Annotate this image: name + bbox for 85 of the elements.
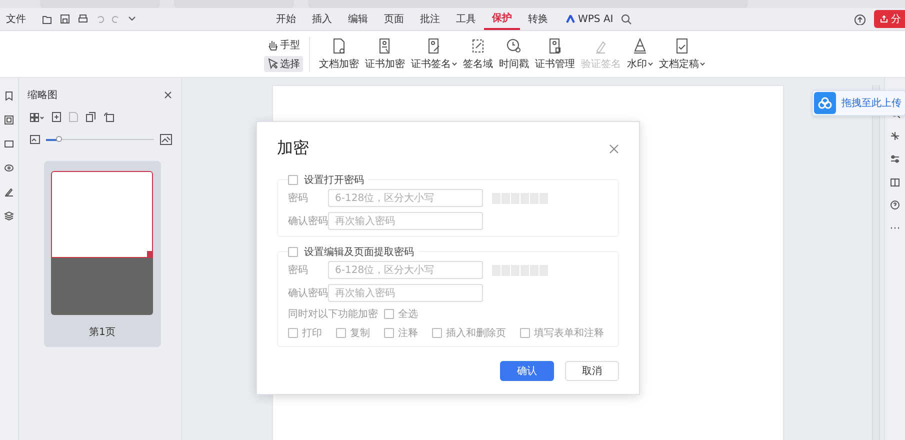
slider-handle[interactable] (56, 136, 62, 142)
toolbar-button[interactable]: 时间戳 (496, 38, 532, 70)
check-document-icon (674, 38, 690, 54)
menu-tab[interactable]: 开始 (268, 9, 304, 29)
sign-document-icon (426, 38, 442, 54)
certificate-icon (547, 38, 563, 54)
menu-tab[interactable]: 编辑 (340, 9, 376, 29)
password-field[interactable]: 6-128位，区分大小写 (328, 261, 483, 279)
mode-button[interactable]: 选择 (264, 56, 303, 72)
toolbar-button[interactable]: 水印 (624, 38, 656, 70)
page-thumbnail[interactable] (51, 171, 154, 315)
checkbox[interactable] (384, 328, 394, 338)
page-label: 第1页 (89, 326, 116, 339)
menu-tab[interactable]: 工具 (448, 9, 484, 29)
menu-tab[interactable]: 转换 (520, 9, 556, 29)
field-label: 确认密码 (288, 214, 328, 228)
sparkle-icon[interactable] (890, 131, 900, 141)
page-icon[interactable] (4, 139, 14, 149)
field-label: 确认密码 (288, 286, 328, 300)
eye-icon[interactable] (4, 163, 14, 173)
folder-icon[interactable] (42, 14, 52, 24)
rotate-page-icon[interactable] (104, 112, 114, 122)
scope-label: 同时对以下功能加密 (288, 308, 378, 321)
file-menu[interactable]: 文件 (6, 12, 26, 26)
toolbar-button[interactable]: 证书签名 (408, 38, 460, 70)
share-icon (880, 15, 888, 23)
copy-page-icon[interactable] (86, 112, 96, 122)
upload-tooltip[interactable]: 拖拽至此上传 (812, 90, 905, 116)
thumbnail-icon[interactable] (4, 115, 14, 125)
ai-logo-icon (566, 15, 575, 23)
checkbox[interactable] (336, 328, 346, 338)
checkbox[interactable] (288, 175, 298, 185)
caret-icon (648, 62, 653, 66)
checkbox[interactable] (384, 309, 394, 319)
field-label: 密码 (288, 192, 309, 205)
watermark-icon (632, 38, 648, 54)
grid-icon[interactable] (30, 112, 44, 122)
password-field[interactable]: 6-128位，区分大小写 (328, 189, 483, 207)
confirm-button[interactable]: 确认 (500, 361, 554, 381)
cancel-button[interactable]: 取消 (565, 361, 619, 381)
checkbox[interactable] (520, 328, 530, 338)
lock-document-icon (331, 38, 347, 54)
toolbar-button[interactable]: 签名域 (460, 38, 496, 70)
layers-icon[interactable] (4, 211, 14, 221)
toolbar-button[interactable]: 证书加密 (362, 38, 408, 70)
help-icon[interactable] (890, 200, 900, 210)
chevron-icon[interactable] (128, 16, 136, 22)
clock-icon (506, 38, 522, 54)
pen-icon[interactable] (4, 187, 14, 197)
menu-tab[interactable]: 页面 (376, 9, 412, 29)
checkbox[interactable] (288, 247, 298, 257)
book-icon[interactable] (890, 177, 900, 187)
menu-tab[interactable]: 批注 (412, 9, 448, 29)
panel-title: 缩略图 (28, 88, 58, 102)
small-picture-icon[interactable] (30, 135, 40, 144)
save-icon[interactable] (60, 14, 70, 24)
cloud-icon (818, 97, 832, 109)
add-page-icon[interactable] (52, 112, 61, 122)
sliders-icon[interactable] (890, 154, 900, 164)
printer-icon[interactable] (78, 14, 88, 24)
password-field[interactable]: 再次输入密码 (328, 284, 483, 302)
checkbox[interactable] (432, 328, 442, 338)
thumbnail-card[interactable]: 第1页 (44, 161, 161, 347)
caret-icon (700, 62, 705, 66)
password-field[interactable]: 再次输入密码 (328, 212, 483, 230)
ai-button[interactable]: WPS AI (564, 12, 616, 26)
checkbox[interactable] (288, 328, 298, 338)
hand-icon (267, 38, 278, 50)
scrollbar[interactable] (872, 85, 880, 440)
toolbar-button[interactable]: 文档定稿 (656, 38, 708, 70)
close-icon[interactable] (609, 144, 619, 154)
large-picture-icon[interactable] (160, 134, 172, 145)
toolbar-button[interactable]: 文档加密 (316, 38, 362, 70)
menu-tab[interactable]: 插入 (304, 9, 340, 29)
cloud-upload-icon[interactable] (854, 14, 866, 24)
bookmark-icon[interactable] (4, 91, 14, 101)
signature-field-icon (470, 38, 486, 54)
caret-icon (452, 62, 457, 66)
dialog-title: 加密 (277, 138, 309, 159)
field-label: 密码 (288, 264, 309, 277)
share-button[interactable]: 分 (874, 10, 905, 28)
toolbar-button[interactable]: 证书管理 (532, 38, 578, 70)
cursor-icon (267, 58, 278, 70)
mode-button[interactable]: 手型 (264, 36, 303, 52)
close-icon[interactable] (164, 91, 172, 99)
